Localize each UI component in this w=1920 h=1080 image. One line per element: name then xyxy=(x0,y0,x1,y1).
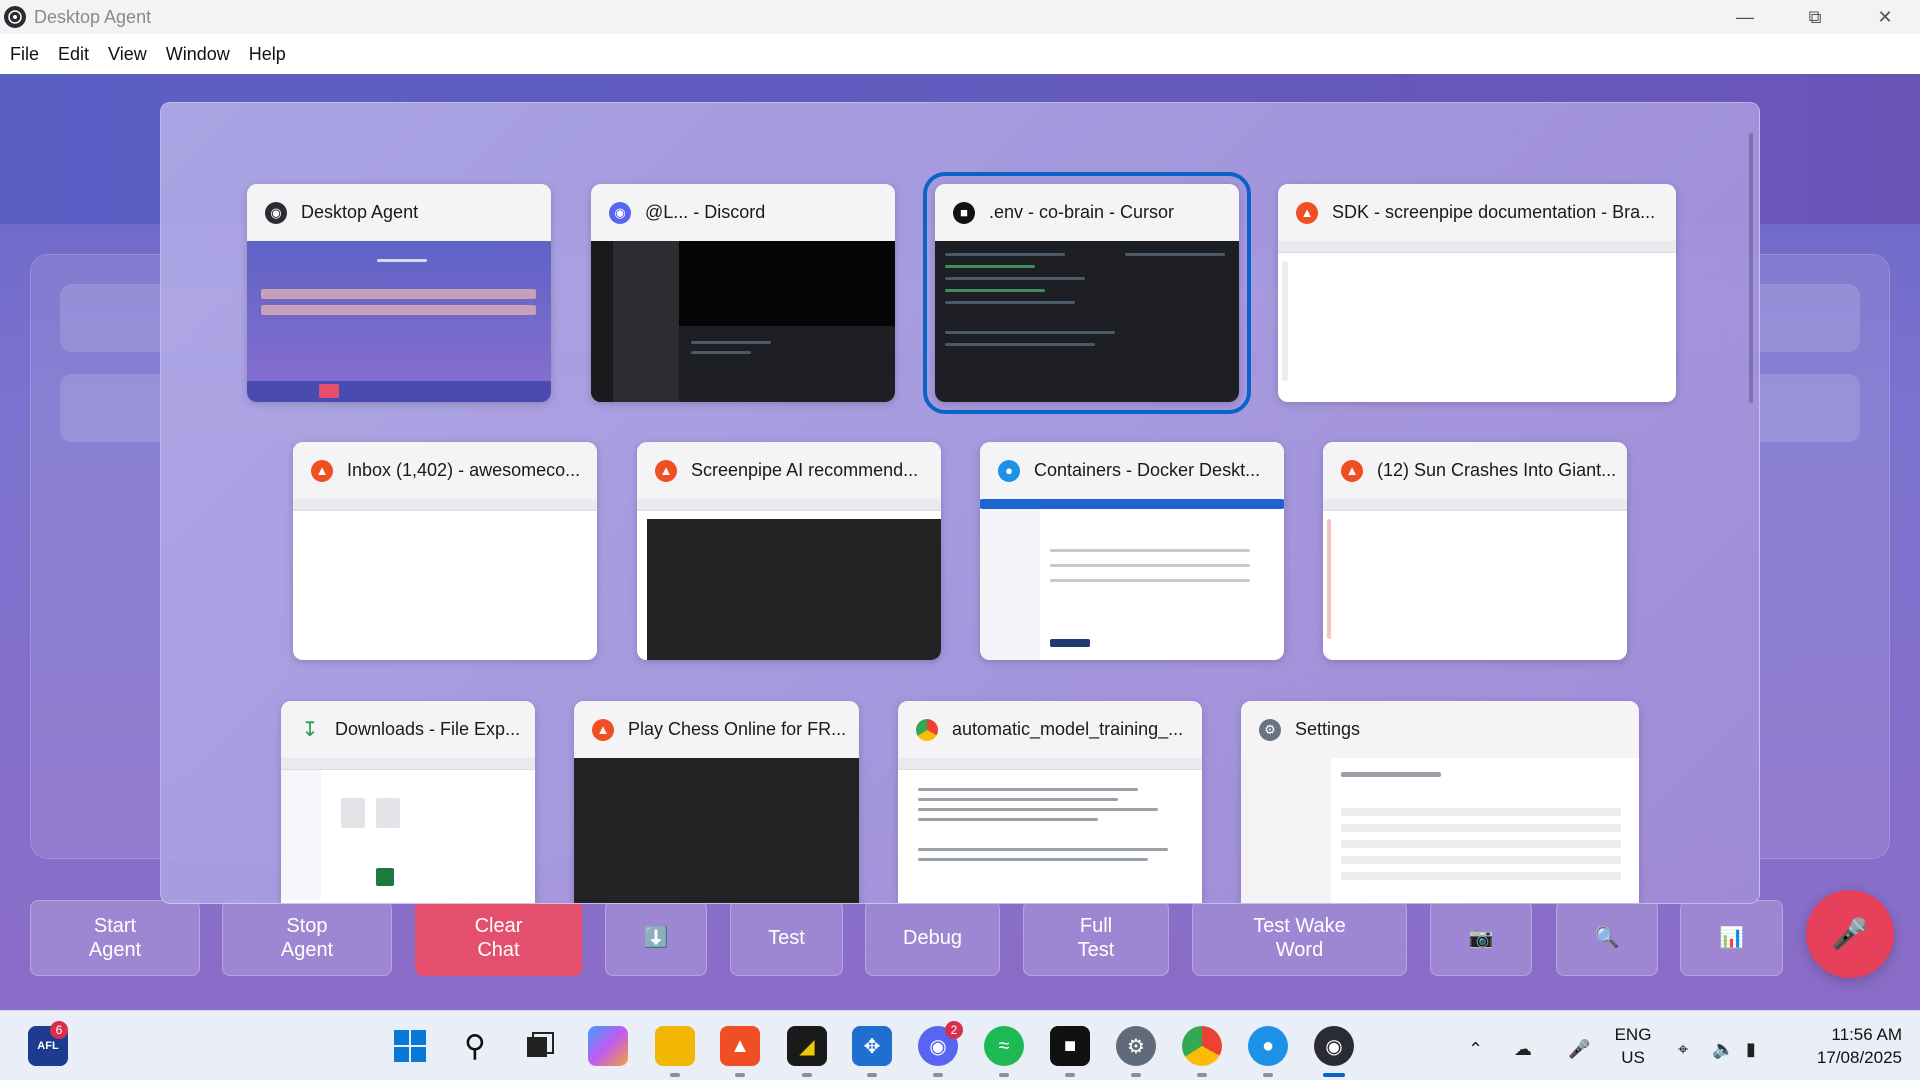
window-card-sdk-docs[interactable]: ▲ SDK - screenpipe documentation - Bra... xyxy=(1278,184,1676,402)
window-card-chrome[interactable]: automatic_model_training_... xyxy=(898,701,1202,903)
window-thumbnail xyxy=(574,758,859,903)
window-card-title: (12) Sun Crashes Into Giant... xyxy=(1377,460,1617,480)
minimize-icon[interactable]: — xyxy=(1710,0,1780,34)
app-icon[interactable]: ✥ xyxy=(852,1026,892,1066)
app-logo-icon xyxy=(4,6,26,28)
brave-icon: ▲ xyxy=(592,718,614,741)
window-card-title: @L... - Discord xyxy=(645,202,766,222)
window-card-title: SDK - screenpipe documentation - Bra... xyxy=(1332,202,1656,222)
maximize-icon[interactable]: ⧉ xyxy=(1780,0,1850,34)
brave-icon: ▲ xyxy=(311,459,333,482)
window-card-docker[interactable]: ● Containers - Docker Deskt... xyxy=(980,442,1284,660)
window-thumbnail xyxy=(281,758,535,903)
brave-browser-icon[interactable]: ▲ xyxy=(720,1026,760,1066)
wifi-icon[interactable]: ⌖ xyxy=(1678,1039,1688,1060)
close-icon[interactable]: ✕ xyxy=(1850,0,1920,34)
window-title: Desktop Agent xyxy=(34,6,152,27)
clock[interactable]: 11:56 AM 17/08/2025 xyxy=(1780,1023,1902,1069)
docker-icon: ● xyxy=(998,459,1020,482)
window-card-title: Downloads - File Exp... xyxy=(335,719,521,739)
spotify-icon[interactable]: ≈ xyxy=(984,1026,1024,1066)
discord-badge: 2 xyxy=(945,1021,963,1039)
desktop-agent-icon: ◉ xyxy=(265,201,287,224)
window-thumbnail xyxy=(637,499,941,660)
copilot-icon[interactable] xyxy=(588,1026,628,1066)
volume-icon[interactable]: 🔈 xyxy=(1712,1039,1734,1060)
brave-icon: ▲ xyxy=(655,459,677,482)
widget-badge: 6 xyxy=(50,1021,68,1039)
search-icon[interactable]: ⚲ xyxy=(455,1026,495,1066)
window-card-discord[interactable]: ◉ @L... - Discord xyxy=(591,184,895,402)
window-card-screenpipe[interactable]: ▲ Screenpipe AI recommend... xyxy=(637,442,941,660)
window-card-title: Settings xyxy=(1295,719,1361,739)
window-thumbnail xyxy=(1241,758,1639,903)
window-thumbnail xyxy=(293,499,597,660)
window-thumbnail xyxy=(1278,241,1676,402)
download-button[interactable]: ⬇️ xyxy=(605,900,707,976)
menu-window[interactable]: Window xyxy=(166,44,230,65)
language-indicator[interactable]: ENG US xyxy=(1610,1023,1656,1069)
chrome-icon xyxy=(916,718,938,741)
test-wake-word-button[interactable]: Test Wake Word xyxy=(1192,900,1407,976)
start-icon[interactable] xyxy=(390,1026,430,1066)
menu-view[interactable]: View xyxy=(108,44,147,65)
debug-button[interactable]: Debug xyxy=(865,900,1000,976)
window-card-title: Desktop Agent xyxy=(301,202,419,222)
stop-agent-button[interactable]: Stop Agent xyxy=(222,900,392,976)
microphone-button[interactable]: 🎤 xyxy=(1806,890,1894,978)
brave-icon: ▲ xyxy=(1341,459,1363,482)
window-card-title: automatic_model_training_... xyxy=(952,719,1184,739)
download-arrow-icon: ↧ xyxy=(301,719,319,741)
window-card-title: Inbox (1,402) - awesomeco... xyxy=(347,460,581,480)
brave-icon: ▲ xyxy=(1296,201,1318,224)
title-bar: Desktop Agent — ⧉ ✕ xyxy=(0,0,1920,34)
window-card-title: Play Chess Online for FR... xyxy=(628,719,847,739)
search-button[interactable]: 🔍 xyxy=(1556,900,1658,976)
gear-icon: ⚙ xyxy=(1259,718,1281,741)
menu-bar: File Edit View Window Help xyxy=(0,34,1920,74)
start-agent-button[interactable]: Start Agent xyxy=(30,900,200,976)
window-card-inbox[interactable]: ▲ Inbox (1,402) - awesomeco... xyxy=(293,442,597,660)
task-view-icon[interactable] xyxy=(520,1026,560,1066)
test-button[interactable]: Test xyxy=(730,900,843,976)
menu-edit[interactable]: Edit xyxy=(58,44,89,65)
window-card-title: .env - co-brain - Cursor xyxy=(989,202,1175,222)
window-thumbnail xyxy=(247,241,551,402)
window-card-cursor[interactable]: ■ .env - co-brain - Cursor xyxy=(923,172,1251,414)
file-explorer-icon[interactable] xyxy=(655,1026,695,1066)
window-card-chess[interactable]: ▲ Play Chess Online for FR... xyxy=(574,701,859,903)
stats-button[interactable]: 📊 xyxy=(1680,900,1783,976)
menu-file[interactable]: File xyxy=(10,44,39,65)
discord-icon: ◉ xyxy=(609,201,631,224)
sticky-notes-icon[interactable]: ◢ xyxy=(787,1026,827,1066)
task-view-scrollbar[interactable] xyxy=(1749,133,1753,403)
cursor-taskbar-icon[interactable]: ■ xyxy=(1050,1026,1090,1066)
battery-icon[interactable]: ▮ xyxy=(1746,1039,1756,1060)
camera-button[interactable]: 📷 xyxy=(1430,900,1532,976)
window-thumbnail xyxy=(898,758,1202,903)
window-card-sun-crashes[interactable]: ▲ (12) Sun Crashes Into Giant... xyxy=(1323,442,1627,660)
task-view: ◉ Desktop Agent ◉ @L... - Discord ■ .env - … xyxy=(160,102,1760,904)
clear-chat-button[interactable]: Clear Chat xyxy=(415,900,582,976)
chevron-up-icon[interactable]: ⌃ xyxy=(1468,1039,1483,1060)
desktop-agent-taskbar-icon[interactable]: ◉ xyxy=(1314,1026,1354,1066)
window-card-title: Containers - Docker Deskt... xyxy=(1034,460,1261,480)
settings-taskbar-icon[interactable]: ⚙ xyxy=(1116,1026,1156,1066)
docker-taskbar-icon[interactable]: ● xyxy=(1248,1026,1288,1066)
window-thumbnail xyxy=(935,241,1239,402)
window-card-desktop-agent[interactable]: ◉ Desktop Agent xyxy=(247,184,551,402)
menu-help[interactable]: Help xyxy=(249,44,286,65)
chrome-taskbar-icon[interactable] xyxy=(1182,1026,1222,1066)
microphone-tray-icon[interactable]: 🎤 xyxy=(1568,1039,1590,1060)
window-thumbnail xyxy=(980,499,1284,660)
full-test-button[interactable]: Full Test xyxy=(1023,900,1169,976)
window-card-settings[interactable]: ⚙ Settings xyxy=(1241,701,1639,903)
window-thumbnail xyxy=(591,241,895,402)
taskbar: AFL 6 ⚲ ▲ ◢ ✥ ◉ 2 ≈ ■ ⚙ ● ◉ ⌃ ☁ 🎤 ENG US… xyxy=(0,1010,1920,1080)
window-thumbnail xyxy=(1323,499,1627,660)
cursor-icon: ■ xyxy=(953,201,975,224)
window-card-downloads[interactable]: ↧ Downloads - File Exp... xyxy=(281,701,535,903)
cloud-offline-icon[interactable]: ☁ xyxy=(1514,1039,1532,1060)
window-card-title: Screenpipe AI recommend... xyxy=(691,460,919,480)
